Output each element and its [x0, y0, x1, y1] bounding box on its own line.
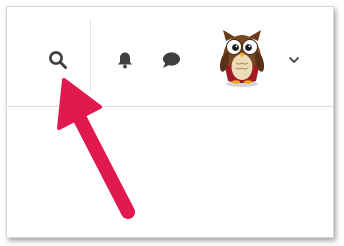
search-icon	[49, 51, 67, 69]
bell-icon	[118, 52, 132, 69]
profile-menu-toggle[interactable]	[286, 53, 302, 65]
messages-button[interactable]	[160, 50, 182, 70]
profile-avatar-button[interactable]	[216, 27, 268, 89]
chevron-down-icon	[289, 57, 299, 63]
search-button[interactable]	[47, 49, 69, 71]
owl-avatar	[219, 30, 265, 87]
chat-icon	[163, 52, 180, 68]
screenshot-frame	[6, 6, 334, 238]
top-navigation-bar	[7, 7, 333, 107]
notifications-button[interactable]	[115, 50, 135, 70]
toolbar-divider	[90, 19, 91, 93]
